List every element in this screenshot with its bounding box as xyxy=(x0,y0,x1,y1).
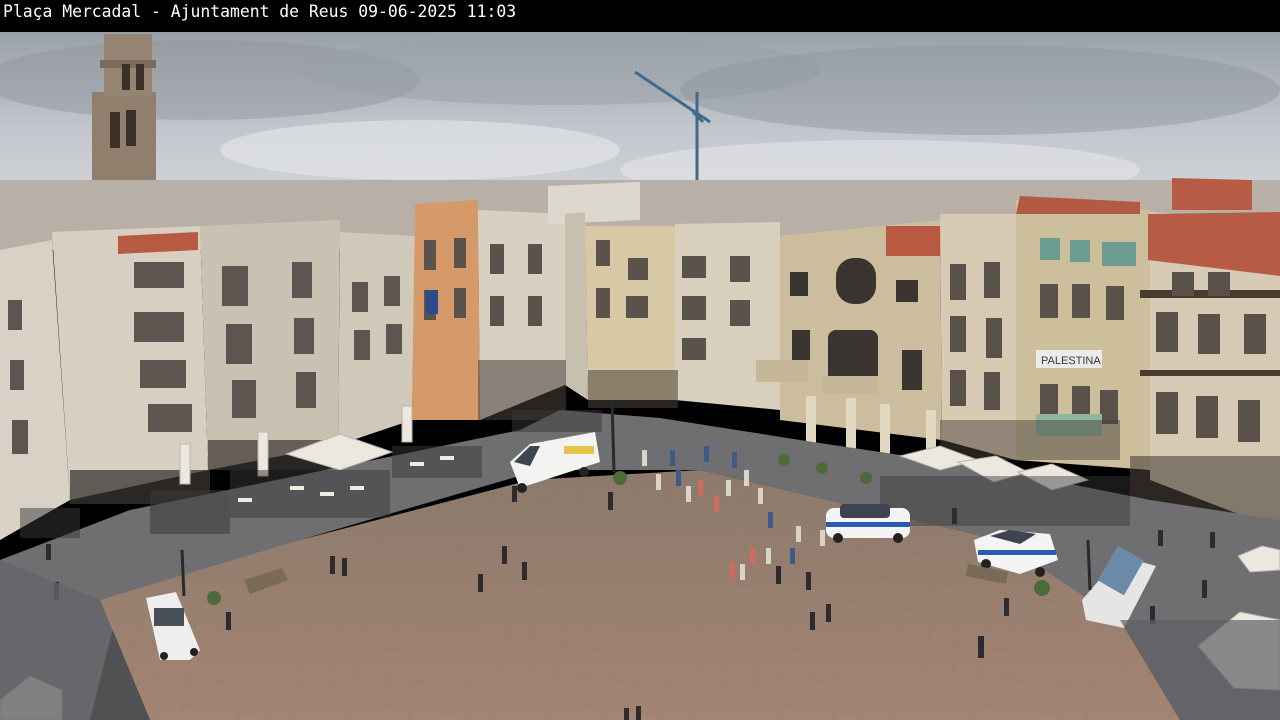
police-car-1 xyxy=(826,504,910,543)
modernist-building xyxy=(756,220,942,464)
caption-text: Plaça Mercadal - Ajuntament de Reus 09-0… xyxy=(3,2,517,21)
caption-bar: Plaça Mercadal - Ajuntament de Reus 09-0… xyxy=(0,0,1280,32)
shop-sign-text: PALESTINA xyxy=(1041,355,1101,367)
webcam-frame: Plaça Mercadal - Ajuntament de Reus 09-0… xyxy=(0,0,1280,720)
webcam-image: PALESTINA xyxy=(0,32,1280,720)
flag xyxy=(426,290,438,314)
